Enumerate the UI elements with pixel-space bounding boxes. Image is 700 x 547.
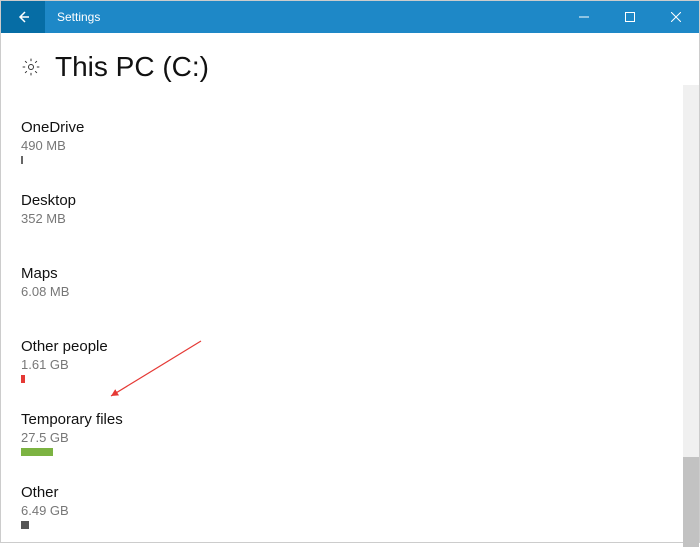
- category-name: Desktop: [21, 192, 663, 209]
- category-size: 490 MB: [21, 138, 663, 153]
- category-name: Other people: [21, 338, 663, 355]
- category-name: OneDrive: [21, 119, 663, 136]
- maximize-button[interactable]: [607, 1, 653, 33]
- category-size: 1.61 GB: [21, 357, 663, 372]
- usage-bar-fill: [21, 448, 53, 456]
- gear-icon: [21, 57, 41, 77]
- minimize-icon: [579, 12, 589, 22]
- usage-bar: [21, 229, 663, 237]
- category-name: Maps: [21, 265, 663, 282]
- arrow-left-icon: [15, 9, 31, 25]
- storage-category[interactable]: Temporary files 27.5 GB: [21, 411, 663, 456]
- maximize-icon: [625, 12, 635, 22]
- window-title: Settings: [45, 10, 561, 24]
- usage-bar: [21, 521, 663, 529]
- storage-category[interactable]: Maps 6.08 MB: [21, 265, 663, 310]
- storage-category[interactable]: Desktop 352 MB: [21, 192, 663, 237]
- category-size: 6.49 GB: [21, 503, 663, 518]
- back-button[interactable]: [1, 1, 45, 33]
- usage-bar-fill: [21, 156, 23, 164]
- storage-category-list: OneDrive 490 MB Desktop 352 MB Maps 6.08 MB Ot…: [21, 119, 663, 529]
- category-size: 6.08 MB: [21, 284, 663, 299]
- minimize-button[interactable]: [561, 1, 607, 33]
- usage-bar: [21, 448, 663, 456]
- usage-bar-fill: [21, 375, 25, 383]
- close-icon: [671, 12, 681, 22]
- usage-bar: [21, 302, 663, 310]
- storage-category[interactable]: Other 6.49 GB: [21, 484, 663, 529]
- category-name: Other: [21, 484, 663, 501]
- scrollbar-track[interactable]: [683, 85, 699, 542]
- scrollbar-thumb[interactable]: [683, 457, 699, 547]
- category-size: 27.5 GB: [21, 430, 663, 445]
- titlebar: Settings: [1, 1, 699, 33]
- category-name: Temporary files: [21, 411, 663, 428]
- page-title: This PC (C:): [55, 51, 209, 83]
- usage-bar: [21, 156, 663, 164]
- usage-bar: [21, 375, 663, 383]
- category-size: 352 MB: [21, 211, 663, 226]
- content-area: This PC (C:) OneDrive 490 MB Desktop 352 MB…: [1, 33, 683, 542]
- window-controls: [561, 1, 699, 33]
- storage-category[interactable]: OneDrive 490 MB: [21, 119, 663, 164]
- usage-bar-fill: [21, 521, 29, 529]
- close-button[interactable]: [653, 1, 699, 33]
- page-header: This PC (C:): [21, 51, 663, 83]
- storage-category[interactable]: Other people 1.61 GB: [21, 338, 663, 383]
